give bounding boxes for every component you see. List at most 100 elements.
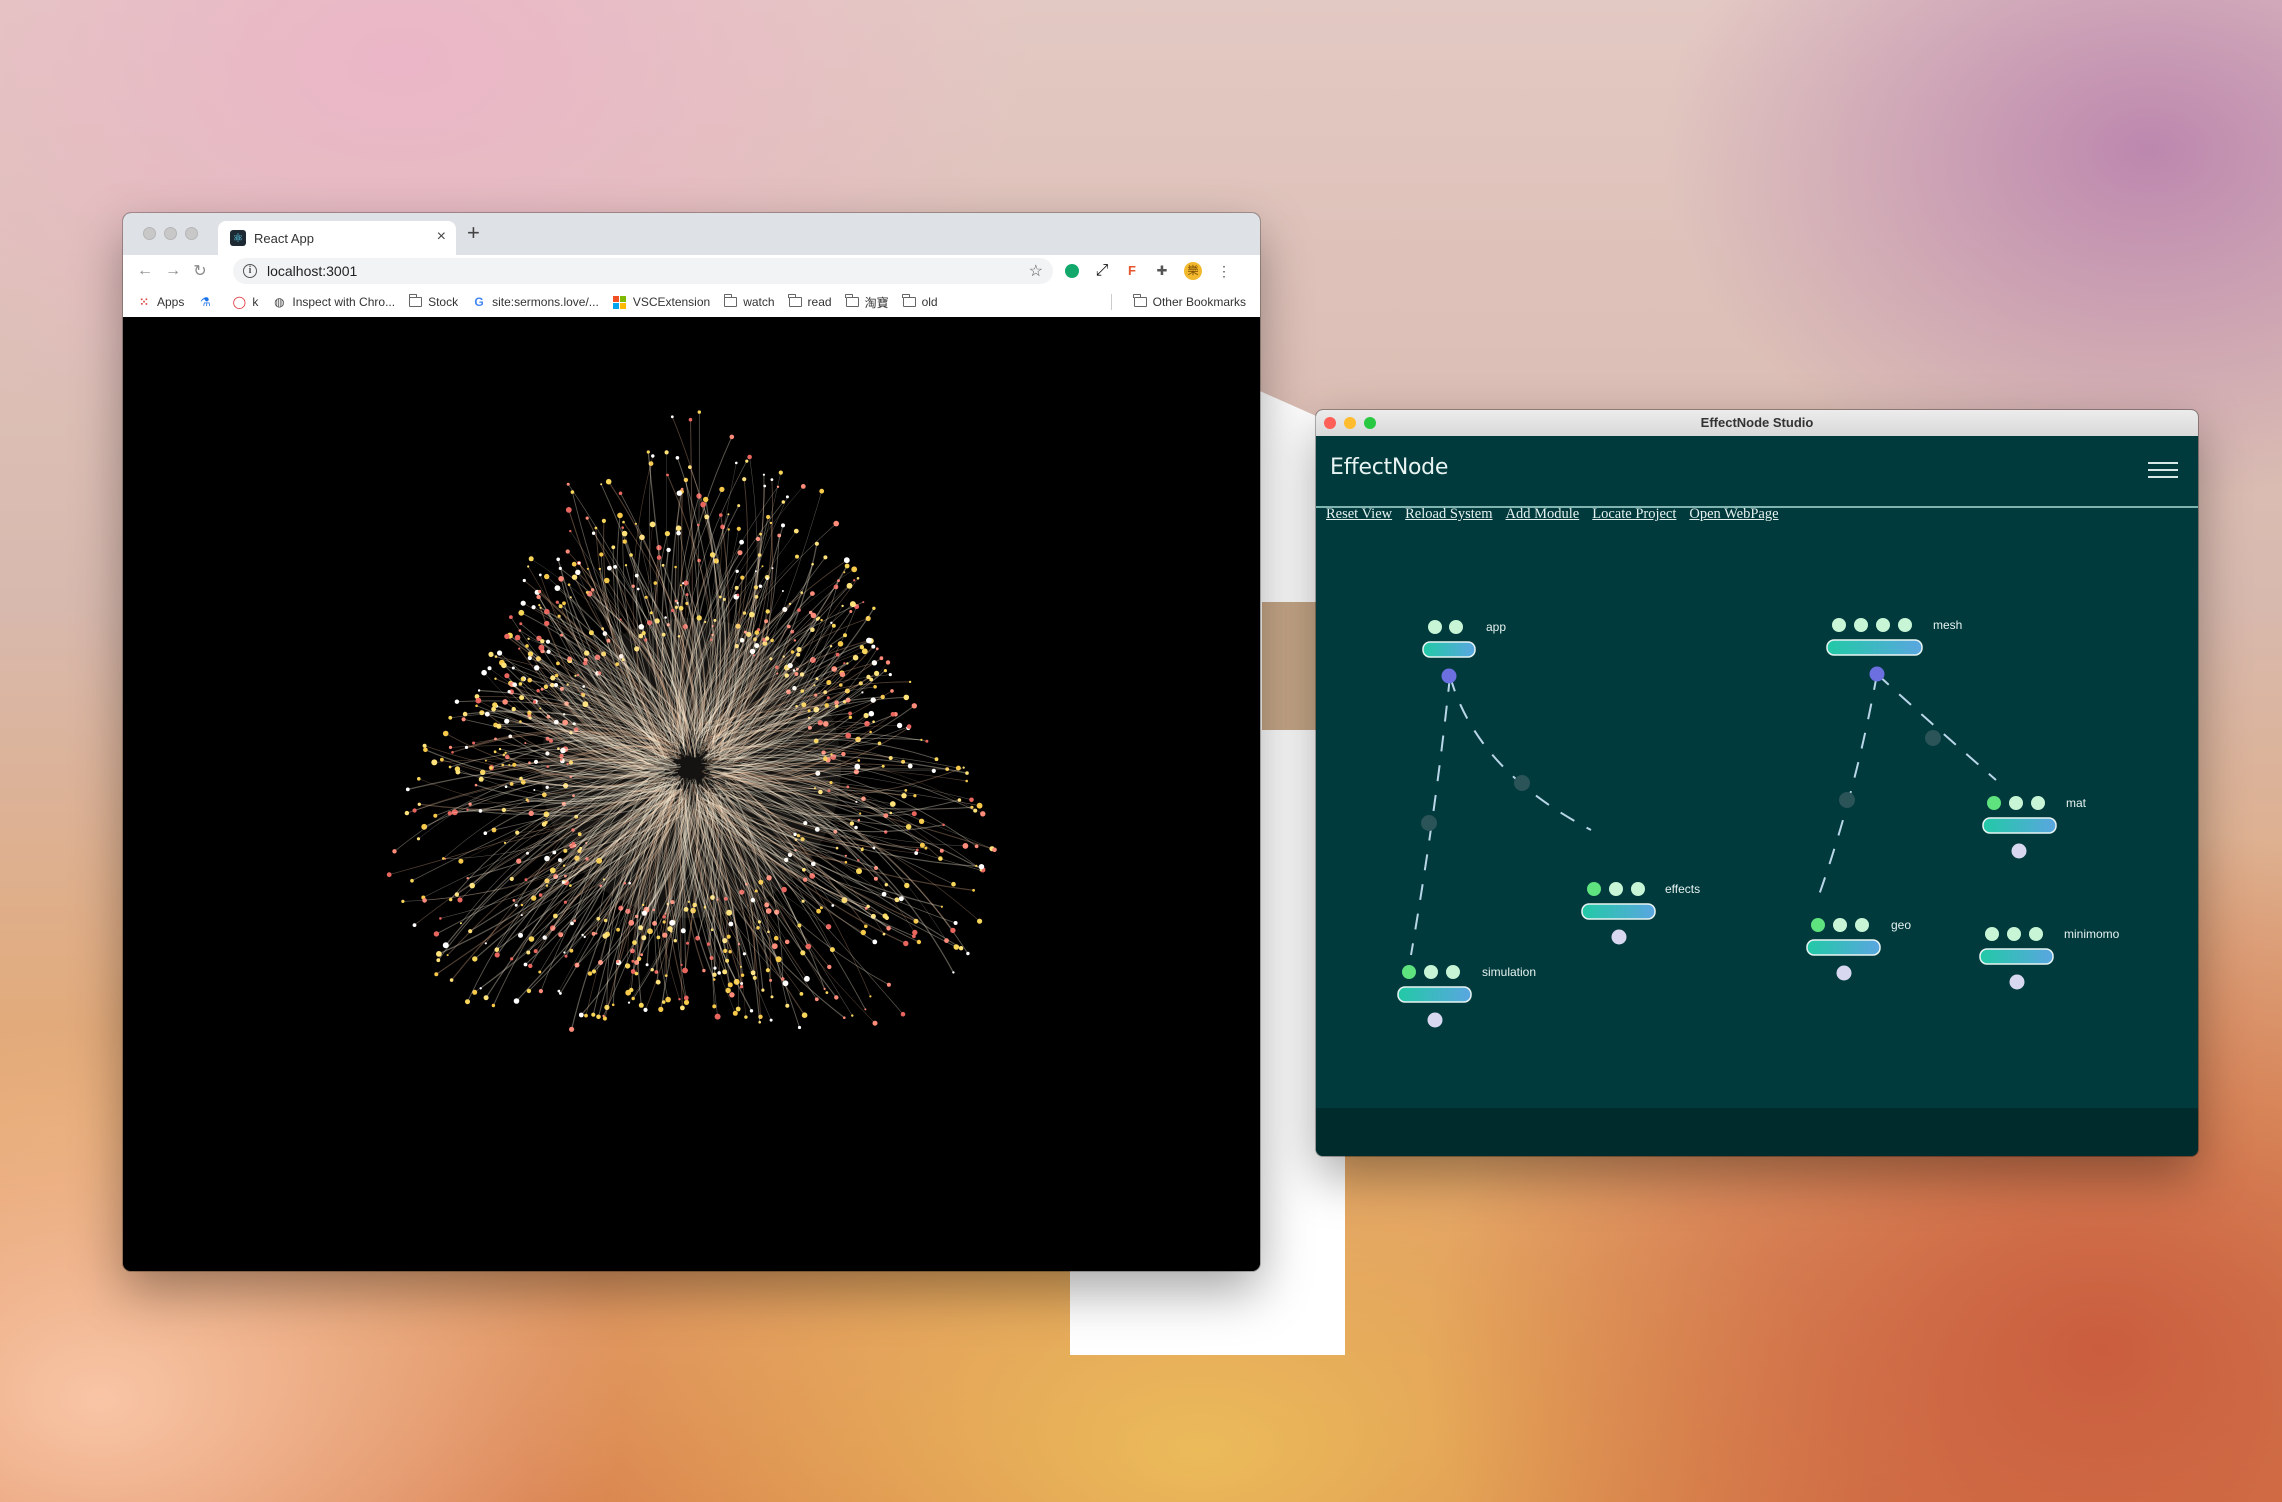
particle-tip xyxy=(464,745,469,749)
connection-mesh-geo xyxy=(1818,673,1878,896)
webgl-canvas[interactable] xyxy=(123,317,1260,1271)
particle-tip xyxy=(591,969,597,974)
particle-tip xyxy=(799,992,804,996)
close-tab-icon[interactable]: × xyxy=(437,228,446,246)
particle-tip xyxy=(538,604,541,607)
extensions-puzzle-icon[interactable]: ✚ xyxy=(1153,262,1171,280)
bookmark-old[interactable]: old xyxy=(902,294,938,309)
particle-tip xyxy=(446,954,449,957)
node-simulation[interactable]: simulation xyxy=(1397,965,1536,1028)
node-graph[interactable]: app mesh effects simulation mat geo mini… xyxy=(1316,410,2198,1156)
url-text[interactable]: localhost:3001 xyxy=(267,263,357,279)
particle-tip xyxy=(622,520,625,524)
extension-green-icon[interactable] xyxy=(1065,264,1079,278)
particle-tip xyxy=(825,924,832,930)
particle-tip xyxy=(916,939,922,945)
particle-tip xyxy=(526,988,532,994)
menu-kebab-icon[interactable]: ⋮ xyxy=(1215,262,1233,280)
back-button[interactable]: ← xyxy=(137,262,153,280)
particle-tip xyxy=(845,732,852,739)
bookmark-sermons[interactable]: G site:sermons.love/... xyxy=(472,295,598,309)
bookmark-inspect[interactable]: ◍ Inspect with Chro... xyxy=(272,295,395,309)
bookmark-stock[interactable]: Stock xyxy=(408,294,458,309)
minimize-window-icon[interactable] xyxy=(164,227,177,240)
tab-strip: ⚛ React App × + xyxy=(123,213,1260,255)
particle-tip xyxy=(890,689,894,693)
new-tab-button[interactable]: + xyxy=(467,220,480,246)
particle-tip xyxy=(841,751,846,757)
figma-icon[interactable]: F xyxy=(1123,262,1141,280)
particle-tip xyxy=(703,496,709,503)
bookmarks-bar: ⁙ Apps ⚗ ◯ k ◍ Inspect with Chro... Stoc… xyxy=(123,287,1260,318)
particle-tip xyxy=(523,962,528,967)
bookmark-apps[interactable]: ⁙ Apps xyxy=(137,295,184,309)
particle-tip xyxy=(477,689,481,692)
node-app[interactable]: app xyxy=(1422,620,1506,684)
particle-tip xyxy=(538,893,543,897)
close-window-icon[interactable] xyxy=(143,227,156,240)
particle-tip xyxy=(980,811,986,817)
particle-tip xyxy=(483,831,488,835)
bookmark-taobao[interactable]: 淘寶 xyxy=(845,294,889,311)
particle-tip xyxy=(816,908,821,914)
tab-react-app[interactable]: ⚛ React App × xyxy=(218,221,456,255)
node-geo[interactable]: geo xyxy=(1806,918,1911,981)
particle-tip xyxy=(888,756,893,760)
node-mesh[interactable]: mesh xyxy=(1826,618,1962,682)
particle-tip xyxy=(737,550,743,556)
particle-tip xyxy=(745,459,749,463)
bookmark-watch[interactable]: watch xyxy=(723,294,775,309)
particle-tip xyxy=(518,682,523,686)
particle-tip xyxy=(795,554,799,559)
particle-tip xyxy=(714,1013,721,1020)
expand-icon[interactable]: ⤢ xyxy=(1093,262,1111,280)
node-effects[interactable]: effects xyxy=(1581,882,1700,945)
profile-avatar[interactable]: 樂 xyxy=(1184,262,1202,280)
particle-tip xyxy=(810,612,817,619)
bookmark-other[interactable]: Other Bookmarks xyxy=(1133,294,1246,309)
particle-tip xyxy=(843,557,850,564)
window-controls[interactable] xyxy=(143,227,198,240)
particle-tip xyxy=(496,947,500,951)
particle-tip xyxy=(549,867,556,874)
particle-tip xyxy=(528,963,533,969)
particle-tip xyxy=(802,867,806,872)
site-info-icon[interactable]: i xyxy=(243,264,257,278)
bookmark-flask[interactable]: ⚗ xyxy=(198,295,218,309)
node-mat[interactable]: mat xyxy=(1982,796,2087,859)
particle-tip xyxy=(861,648,868,655)
particle-tip xyxy=(475,704,478,708)
bookmark-k[interactable]: ◯ k xyxy=(232,295,259,309)
particle-tip xyxy=(866,637,872,644)
forward-button[interactable]: → xyxy=(165,262,181,280)
particle-tip xyxy=(605,478,612,485)
particle-tip xyxy=(700,501,706,508)
particle-tip xyxy=(478,776,484,782)
particle-tip xyxy=(518,647,521,650)
input-port xyxy=(1446,965,1460,979)
particle-tip xyxy=(628,919,635,926)
address-bar[interactable]: i localhost:3001 ☆ xyxy=(233,258,1053,284)
particle-tip xyxy=(587,971,593,976)
bookmark-star-icon[interactable]: ☆ xyxy=(1029,261,1043,281)
maximize-window-icon[interactable] xyxy=(185,227,198,240)
particle-tip xyxy=(504,633,510,640)
reload-button[interactable]: ↻ xyxy=(193,261,207,281)
particle-tip xyxy=(770,478,774,481)
bookmark-read[interactable]: read xyxy=(788,294,832,309)
particle-tip xyxy=(458,858,464,864)
apps-grid-icon: ⁙ xyxy=(138,295,150,309)
particle-tip xyxy=(569,1026,575,1032)
bookmark-vscextension[interactable]: VSCExtension xyxy=(613,295,710,310)
particle-tip xyxy=(602,1016,607,1021)
node-minimomo[interactable]: minimomo xyxy=(1979,927,2120,990)
particle-tip xyxy=(873,685,877,689)
particle-tip xyxy=(676,490,682,496)
particle-tip xyxy=(678,605,684,611)
particle-tip xyxy=(533,949,538,954)
particle-tip xyxy=(621,526,624,529)
flask-icon: ⚗ xyxy=(199,295,211,309)
particle-tip xyxy=(844,860,848,864)
particle-tip xyxy=(680,1005,685,1011)
particle-tip xyxy=(857,859,860,862)
